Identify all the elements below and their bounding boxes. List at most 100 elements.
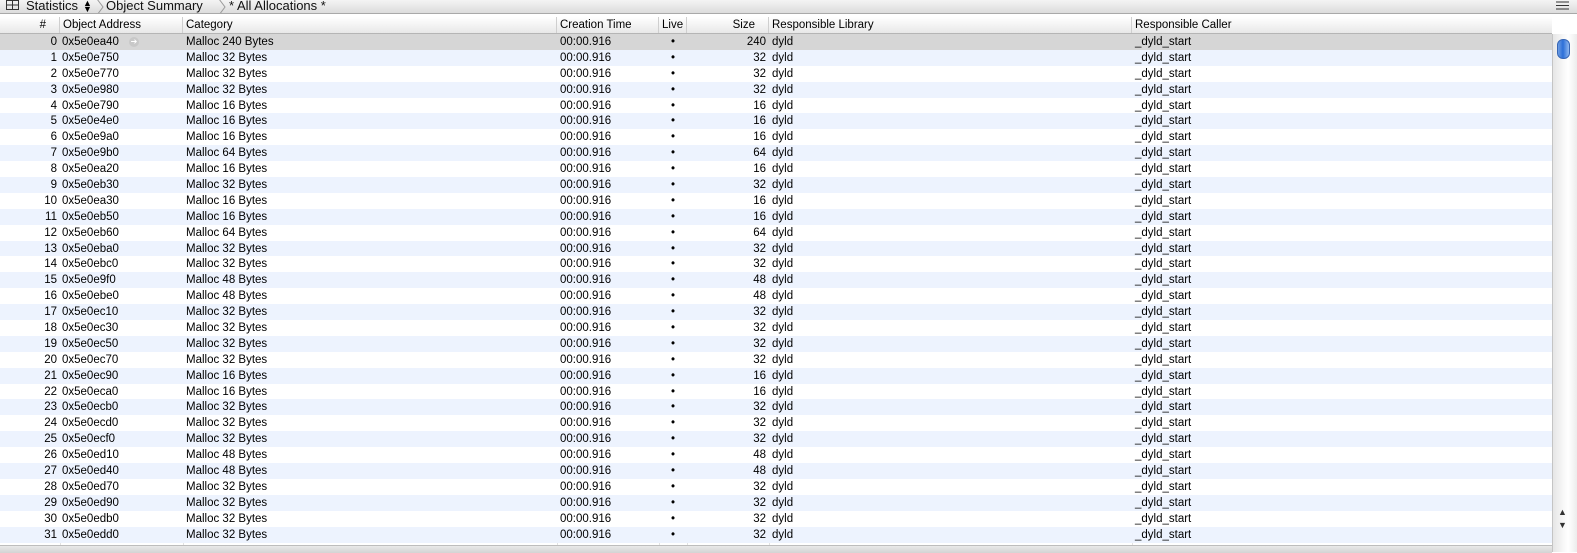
updown-arrows-icon[interactable]: ▲ ▼ — [83, 0, 92, 13]
column-header-object-address[interactable]: Object Address — [60, 17, 183, 33]
object-address-text: 0x5e0eba0 — [62, 242, 119, 255]
object-address-text: 0x5e0ec70 — [62, 353, 119, 366]
allocations-table-body: 0 0x5e0ea40 ➔ Malloc 240 Bytes 00:00.916 • 240… — [0, 34, 1552, 546]
live-indicator-cell: • — [661, 399, 685, 415]
breadcrumb-statistics[interactable]: Statistics — [26, 0, 78, 13]
responsible-library-cell: dyld — [772, 304, 1130, 320]
column-header-live[interactable]: Live — [659, 17, 687, 33]
table-row[interactable]: 8 0x5e0ea20 Malloc 16 Bytes 00:00.916 • 16 dyl… — [0, 161, 1552, 178]
object-address-cell: 0x5e0ec10 — [62, 304, 180, 320]
grid-icon[interactable] — [6, 0, 19, 10]
row-number-text: 8 — [50, 163, 57, 176]
responsible-caller-cell: _dyld_start — [1135, 129, 1550, 145]
live-indicator-text: • — [670, 210, 676, 223]
row-number-cell: 14 — [0, 256, 57, 272]
breadcrumb-separator-icon — [219, 0, 226, 13]
column-header-responsible-library[interactable]: Responsible Library — [769, 17, 1132, 33]
responsible-library-cell: dyld — [772, 50, 1130, 66]
size-text: 32 — [753, 528, 766, 541]
table-row[interactable]: 27 0x5e0ed40 Malloc 48 Bytes 00:00.916 • 48 dy… — [0, 463, 1552, 479]
vertical-scrollbar[interactable]: ▲ ▼ — [1552, 34, 1577, 552]
responsible-library-text: dyld — [772, 306, 794, 319]
table-row[interactable]: 18 0x5e0ec30 Malloc 32 Bytes 00:00.916 • 32 dy… — [0, 320, 1552, 336]
row-number-cell: 2 — [0, 66, 57, 82]
object-address-cell: 0x5e0ec70 — [62, 352, 180, 368]
table-row[interactable]: 19 0x5e0ec50 Malloc 32 Bytes 00:00.916 • 32 dy… — [0, 335, 1552, 352]
category-text: Malloc 32 Bytes — [186, 306, 268, 319]
table-row[interactable]: 14 0x5e0ebc0 Malloc 32 Bytes 00:00.916 • 32 dy… — [0, 256, 1552, 273]
table-row[interactable]: 17 0x5e0ec10 Malloc 32 Bytes 00:00.916 • 32 dy… — [0, 304, 1552, 321]
table-row[interactable]: 15 0x5e0e9f0 Malloc 48 Bytes 00:00.916 • 48 dy… — [0, 272, 1552, 289]
table-row[interactable]: 5 0x5e0e4e0 Malloc 16 Bytes 00:00.916 • 16 dyl… — [0, 113, 1552, 130]
responsible-library-cell: dyld — [772, 129, 1130, 145]
row-number-text: 18 — [44, 322, 57, 335]
live-indicator-cell: • — [661, 463, 685, 479]
table-row[interactable]: 9 0x5e0eb30 Malloc 32 Bytes 00:00.916 • 32 dyl… — [0, 177, 1552, 193]
detail-arrow-icon[interactable]: ➔ — [128, 36, 139, 47]
category-text: Malloc 16 Bytes — [186, 163, 268, 176]
responsible-library-cell: dyld — [772, 66, 1130, 82]
responsible-library-cell: dyld — [772, 352, 1130, 368]
creation-time-cell: 00:00.916 — [560, 479, 657, 495]
category-text: Malloc 32 Bytes — [186, 401, 268, 414]
table-row[interactable]: 28 0x5e0ed70 Malloc 32 Bytes 00:00.916 • 32 dy… — [0, 478, 1552, 495]
scroll-down-arrow-icon[interactable]: ▼ — [1558, 520, 1567, 530]
responsible-caller-cell: _dyld_start — [1135, 113, 1550, 129]
row-number-cell: 12 — [0, 225, 57, 241]
object-address-cell: 0x5e0ecf0 — [62, 431, 180, 447]
table-row[interactable]: 4 0x5e0e790 Malloc 16 Bytes 00:00.916 • 16 dyl… — [0, 97, 1552, 114]
size-text: 48 — [753, 465, 766, 478]
table-row[interactable]: 25 0x5e0ecf0 Malloc 32 Bytes 00:00.916 • 32 dy… — [0, 431, 1552, 448]
row-number-text: 24 — [44, 417, 57, 430]
table-row[interactable]: 10 0x5e0ea30 Malloc 16 Bytes 00:00.916 • 16 dy… — [0, 192, 1552, 209]
menu-icon[interactable] — [1556, 1, 1569, 10]
table-row[interactable]: 12 0x5e0eb60 Malloc 64 Bytes 00:00.916 • 64 dy… — [0, 224, 1552, 241]
size-cell: 64 — [689, 225, 766, 241]
table-row[interactable]: 6 0x5e0e9a0 Malloc 16 Bytes 00:00.916 • 16 dyl… — [0, 129, 1552, 146]
category-text: Malloc 240 Bytes — [186, 36, 274, 48]
row-number-text: 7 — [50, 147, 57, 160]
category-text: Malloc 32 Bytes — [186, 417, 268, 430]
breadcrumb-all-allocations[interactable]: * All Allocations * — [229, 0, 326, 13]
column-header-creation-time[interactable]: Creation Time — [557, 17, 659, 33]
table-row[interactable]: 16 0x5e0ebe0 Malloc 48 Bytes 00:00.916 • 48 dy… — [0, 288, 1552, 305]
table-row[interactable]: 1 0x5e0e750 Malloc 32 Bytes 00:00.916 • 32 dyl… — [0, 49, 1552, 66]
table-row[interactable]: 24 0x5e0ecd0 Malloc 32 Bytes 00:00.916 • 32 dy… — [0, 415, 1552, 432]
table-row[interactable]: 3 0x5e0e980 Malloc 32 Bytes 00:00.916 • 32 dyl… — [0, 81, 1552, 98]
table-row[interactable]: 13 0x5e0eba0 Malloc 32 Bytes 00:00.916 • 32 dy… — [0, 240, 1552, 257]
responsible-library-cell: dyld — [772, 431, 1130, 447]
creation-time-text: 00:00.916 — [560, 306, 612, 319]
live-indicator-text: • — [670, 36, 676, 48]
column-header-number[interactable]: # — [0, 17, 60, 33]
table-row[interactable]: 0 0x5e0ea40 ➔ Malloc 240 Bytes 00:00.916 • 240… — [0, 34, 1552, 50]
column-header-responsible-caller[interactable]: Responsible Caller — [1132, 17, 1552, 33]
table-row[interactable]: 11 0x5e0eb50 Malloc 16 Bytes 00:00.916 • 16 dy… — [0, 208, 1552, 225]
scrollbar-thumb[interactable] — [1557, 39, 1570, 59]
category-cell: Malloc 48 Bytes — [186, 288, 554, 304]
creation-time-text: 00:00.916 — [560, 385, 612, 398]
table-row[interactable]: 30 0x5e0edb0 Malloc 32 Bytes 00:00.916 • 32 dy… — [0, 510, 1552, 527]
live-indicator-cell: • — [661, 50, 685, 66]
breadcrumb-object-summary[interactable]: Object Summary — [106, 0, 203, 13]
table-row[interactable]: 26 0x5e0ed10 Malloc 48 Bytes 00:00.916 • 48 dy… — [0, 447, 1552, 464]
responsible-caller-text: _dyld_start — [1135, 179, 1192, 192]
table-row[interactable]: 7 0x5e0e9b0 Malloc 64 Bytes 00:00.916 • 64 dyl… — [0, 145, 1552, 162]
object-address-cell: 0x5e0ec50 — [62, 336, 180, 352]
table-row[interactable]: 2 0x5e0e770 Malloc 32 Bytes 00:00.916 • 32 dyl… — [0, 65, 1552, 82]
object-address-cell: 0x5e0e9b0 — [62, 145, 180, 161]
table-row[interactable]: 20 0x5e0ec70 Malloc 32 Bytes 00:00.916 • 32 dy… — [0, 351, 1552, 368]
category-text: Malloc 32 Bytes — [186, 322, 268, 335]
table-row[interactable]: 21 0x5e0ec90 Malloc 16 Bytes 00:00.916 • 16 dy… — [0, 367, 1552, 384]
column-header-size[interactable]: Size — [687, 17, 769, 33]
column-header-category[interactable]: Category — [183, 17, 557, 33]
category-text: Malloc 16 Bytes — [186, 115, 268, 128]
scroll-up-arrow-icon[interactable]: ▲ — [1558, 507, 1567, 517]
size-cell: 32 — [689, 479, 766, 495]
table-row[interactable]: 29 0x5e0ed90 Malloc 32 Bytes 00:00.916 • 32 dy… — [0, 494, 1552, 511]
table-row[interactable]: 23 0x5e0ecb0 Malloc 32 Bytes 00:00.916 • 32 dy… — [0, 399, 1552, 416]
category-cell: Malloc 32 Bytes — [186, 304, 554, 320]
table-row[interactable]: 31 0x5e0edd0 Malloc 32 Bytes 00:00.916 • 32 dy… — [0, 526, 1552, 543]
responsible-caller-cell: _dyld_start — [1135, 98, 1550, 114]
responsible-library-cell: dyld — [772, 161, 1130, 177]
table-row[interactable]: 22 0x5e0eca0 Malloc 16 Bytes 00:00.916 • 16 dy… — [0, 383, 1552, 400]
